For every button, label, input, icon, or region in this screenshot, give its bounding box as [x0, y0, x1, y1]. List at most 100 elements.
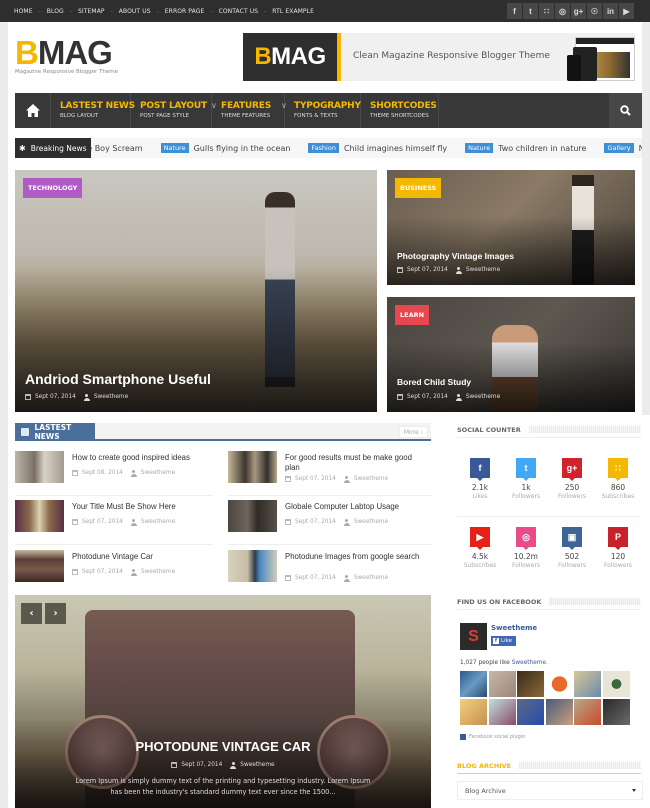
- post-author[interactable]: Sweetheme: [466, 267, 500, 273]
- news-item[interactable]: How to create good inspired ideas Sept 0…: [15, 451, 213, 496]
- blog-archive-select[interactable]: Blog Archive: [457, 781, 643, 800]
- top-menu-error[interactable]: ERROR PAGE: [165, 8, 205, 15]
- post-author[interactable]: Sweetheme: [240, 762, 274, 768]
- pinterest-icon[interactable]: P: [608, 527, 628, 550]
- post-author[interactable]: Sweetheme: [354, 476, 388, 482]
- news-item[interactable]: For good results must be make good plan …: [228, 451, 431, 496]
- facebook-social-plugin[interactable]: Facebook social plugin: [460, 734, 525, 740]
- ticker-item[interactable]: Nature Two children in nature: [465, 143, 586, 153]
- news-item[interactable]: Your Title Must Be Show Here Sept 07, 20…: [15, 500, 213, 545]
- news-title[interactable]: Your Title Must Be Show Here: [72, 502, 212, 512]
- top-menu-home[interactable]: HOME: [14, 8, 33, 15]
- social-counter-item[interactable]: ▶ 4.5k Subscribes: [460, 527, 500, 569]
- slider-prev-button[interactable]: ‹: [21, 603, 42, 624]
- featured-title[interactable]: Bored Child Study: [397, 377, 471, 387]
- fan-avatar[interactable]: [517, 698, 544, 725]
- featured-title[interactable]: Photography Vintage Images: [397, 251, 514, 261]
- nav-item-shortcodes[interactable]: SHORTCODES THEME SHORTCODES: [361, 93, 439, 128]
- news-thumbnail[interactable]: [228, 500, 277, 532]
- pinterest-icon[interactable]: ☉: [587, 3, 602, 19]
- google-plus-icon[interactable]: g+: [562, 458, 582, 481]
- slider-next-button[interactable]: ›: [45, 603, 66, 624]
- fan-avatar[interactable]: [574, 671, 601, 697]
- news-title[interactable]: Photodune Images from google search: [285, 552, 425, 562]
- more-button[interactable]: More ›: [398, 426, 428, 438]
- facebook-icon[interactable]: f: [470, 458, 490, 481]
- news-item[interactable]: Globale Computer Labtop Usage Sept 07, 2…: [228, 500, 431, 545]
- ticker-item[interactable]: GalleryNice vie: [604, 143, 642, 153]
- news-title[interactable]: Photodune Vintage Car: [72, 552, 212, 562]
- fan-avatar[interactable]: [602, 671, 630, 697]
- social-counter-item[interactable]: ∷ 860 Subscribes: [598, 458, 638, 500]
- news-thumbnail[interactable]: [15, 500, 64, 532]
- nav-item-post-layout[interactable]: POST LAYOUT ∨ POST PAGE STYLE: [131, 93, 217, 128]
- ticker-item[interactable]: Nature Gulls flying in the ocean: [160, 143, 290, 153]
- news-title[interactable]: For good results must be make good plan: [285, 453, 425, 473]
- post-author[interactable]: Sweetheme: [354, 519, 388, 525]
- fan-avatar[interactable]: [488, 698, 516, 725]
- social-counter-item[interactable]: f 2.1k Likes: [460, 458, 500, 500]
- rss-icon[interactable]: ∷: [608, 458, 628, 481]
- google-plus-icon[interactable]: g+: [571, 3, 586, 19]
- top-menu-about[interactable]: ABOUT US: [119, 8, 151, 15]
- rss-icon[interactable]: ∷: [539, 3, 554, 19]
- social-counter-item[interactable]: ▣ 502 Followers: [552, 527, 592, 569]
- post-author[interactable]: Sweetheme: [94, 394, 128, 400]
- news-thumbnail[interactable]: [15, 451, 64, 483]
- featured-slider[interactable]: ‹ › PHOTODUNE VINTAGE CAR Sept 07, 2014 S…: [15, 595, 431, 808]
- category-badge[interactable]: BUSINESS: [395, 178, 442, 198]
- post-author[interactable]: Sweetheme: [141, 569, 175, 575]
- home-button[interactable]: [15, 93, 51, 128]
- featured-post-business[interactable]: BUSINESS Photography Vintage Images Sept…: [387, 170, 635, 285]
- slide-title[interactable]: PHOTODUNE VINTAGE CAR: [15, 739, 431, 754]
- youtube-icon[interactable]: ▶: [619, 3, 634, 19]
- news-thumbnail[interactable]: [15, 550, 64, 582]
- social-counter-item[interactable]: ◎ 10.2m Followers: [506, 527, 546, 569]
- facebook-icon[interactable]: f: [507, 3, 522, 19]
- fan-avatar[interactable]: [517, 671, 544, 697]
- category-badge[interactable]: TECHNOLOGY: [23, 178, 83, 198]
- site-logo[interactable]: BMAG Magazine Responsive Blogger Theme: [15, 36, 118, 75]
- search-button[interactable]: [609, 93, 642, 128]
- post-author[interactable]: Sweetheme: [354, 575, 388, 581]
- nav-item-typography[interactable]: TYPOGRAPHY FONTS & TEXTS: [285, 93, 361, 128]
- top-menu-sitemap[interactable]: SITEMAP: [78, 8, 105, 15]
- twitter-icon[interactable]: t: [523, 3, 538, 19]
- featured-post-learn[interactable]: LEARN Bored Child Study Sept 07, 2014 Sw…: [387, 297, 635, 412]
- top-menu-contact[interactable]: CONTACT US: [219, 8, 259, 15]
- featured-post-main[interactable]: TECHNOLOGY Andriod Smartphone Useful Sep…: [15, 170, 377, 412]
- instagram-icon[interactable]: ▣: [562, 527, 582, 550]
- nav-item-latest-news[interactable]: LASTEST NEWS BLOG LAYOUT: [51, 93, 135, 128]
- facebook-page-avatar[interactable]: S: [460, 623, 487, 650]
- fan-avatar[interactable]: [488, 671, 516, 697]
- news-item[interactable]: Photodune Images from google search Sept…: [228, 550, 431, 595]
- fan-avatar[interactable]: [460, 698, 487, 725]
- top-menu-rtl[interactable]: RTL EXAMPLE: [272, 8, 314, 15]
- twitter-icon[interactable]: t: [516, 458, 536, 481]
- ticker-item[interactable]: le Boy Scream: [85, 144, 143, 153]
- featured-title[interactable]: Andriod Smartphone Useful: [25, 371, 211, 387]
- fan-avatar[interactable]: [545, 698, 573, 725]
- latest-news-tab[interactable]: LASTEST NEWS: [15, 423, 95, 441]
- linkedin-icon[interactable]: in: [603, 3, 618, 19]
- news-thumbnail[interactable]: [228, 451, 277, 483]
- news-thumbnail[interactable]: [228, 550, 277, 582]
- dribbble-icon[interactable]: ◎: [516, 527, 536, 550]
- post-author[interactable]: Sweetheme: [141, 470, 175, 476]
- fan-avatar[interactable]: [602, 698, 630, 725]
- news-title[interactable]: How to create good inspired ideas: [72, 453, 212, 463]
- post-author[interactable]: Sweetheme: [141, 519, 175, 525]
- facebook-like-button[interactable]: f Like: [491, 636, 516, 646]
- fan-avatar[interactable]: [460, 671, 487, 697]
- social-counter-item[interactable]: g+ 250 Followers: [552, 458, 592, 500]
- social-counter-item[interactable]: P 120 Followers: [598, 527, 638, 569]
- facebook-page-name[interactable]: Sweetheme: [491, 624, 537, 632]
- facebook-page-link[interactable]: Sweetheme.: [512, 660, 548, 666]
- news-title[interactable]: Globale Computer Labtop Usage: [285, 502, 425, 512]
- post-author[interactable]: Sweetheme: [466, 394, 500, 400]
- header-banner-ad[interactable]: BMAG Clean Magazine Responsive Blogger T…: [243, 33, 635, 81]
- top-menu-blog[interactable]: BLOG: [47, 8, 64, 15]
- news-item[interactable]: Photodune Vintage Car Sept 07, 2014 Sweet…: [15, 550, 213, 595]
- ticker-item[interactable]: Fashion Child imagines himself fly: [308, 143, 447, 153]
- nav-item-features[interactable]: FEATURES ∨ THEME FEATURES: [212, 93, 287, 128]
